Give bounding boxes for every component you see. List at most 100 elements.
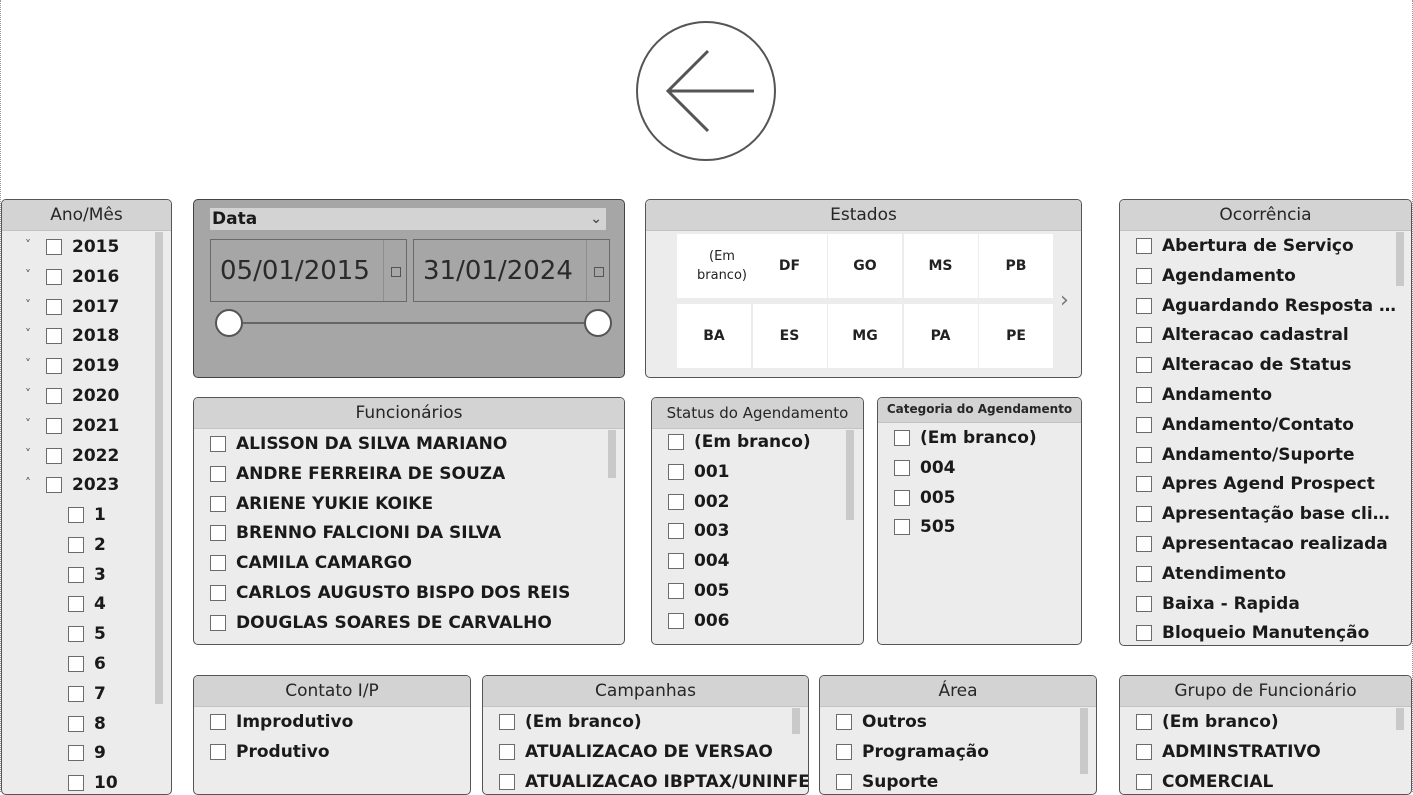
year-item[interactable]: 2016 xyxy=(46,266,119,288)
grupo-item[interactable]: ADMINSTRATIVO xyxy=(1136,741,1321,763)
chevron-down-icon[interactable]: ˅ xyxy=(21,387,35,401)
year-item[interactable]: 2019 xyxy=(46,355,119,377)
funcionario-item[interactable]: ARIENE YUKIE KOIKE xyxy=(210,493,433,515)
checkbox[interactable] xyxy=(1136,446,1152,463)
status-scrollbar[interactable] xyxy=(846,430,854,520)
start-date-handle[interactable] xyxy=(215,309,243,337)
campanhas-scrollbar[interactable] xyxy=(792,708,800,734)
checkbox[interactable] xyxy=(68,745,84,762)
status-item[interactable]: (Em branco) xyxy=(668,431,811,453)
month-item[interactable]: 2 xyxy=(68,534,106,556)
chevron-down-icon[interactable]: ˅ xyxy=(21,357,35,371)
checkbox[interactable] xyxy=(1136,565,1152,582)
area-item[interactable]: Suporte xyxy=(836,771,938,793)
checkbox[interactable] xyxy=(668,612,684,629)
grupo-item[interactable]: COMERCIAL xyxy=(1136,771,1273,793)
end-date-handle[interactable] xyxy=(584,309,612,337)
checkbox[interactable] xyxy=(668,583,684,599)
checkbox[interactable] xyxy=(46,268,62,285)
ocorrencia-item[interactable]: Andamento/Suporte xyxy=(1136,444,1398,466)
checkbox[interactable] xyxy=(68,685,84,702)
checkbox[interactable] xyxy=(46,477,62,494)
categoria-item[interactable]: 004 xyxy=(894,457,956,479)
checkbox[interactable] xyxy=(894,489,910,506)
month-item[interactable]: 8 xyxy=(68,713,106,735)
year-item[interactable]: 2017 xyxy=(46,296,119,318)
checkbox[interactable] xyxy=(210,585,226,601)
checkbox[interactable] xyxy=(1136,744,1152,760)
chevron-down-icon[interactable]: ˅ xyxy=(21,447,35,461)
checkbox[interactable] xyxy=(1136,476,1152,493)
checkbox[interactable] xyxy=(1136,714,1152,730)
checkbox[interactable] xyxy=(1136,357,1152,374)
calendar-icon[interactable] xyxy=(391,267,401,277)
year-item[interactable]: 2020 xyxy=(46,385,119,407)
checkbox[interactable] xyxy=(1136,297,1152,314)
month-item[interactable]: 10 xyxy=(68,772,118,794)
checkbox[interactable] xyxy=(68,536,84,553)
month-item[interactable]: 5 xyxy=(68,623,106,645)
funcionarios-scrollbar[interactable] xyxy=(608,430,616,478)
funcionario-item[interactable]: CARLOS AUGUSTO BISPO DOS REIS xyxy=(210,582,570,604)
estado-tile[interactable]: GO xyxy=(828,234,902,298)
chevron-up-icon[interactable]: ˄ xyxy=(21,476,35,490)
checkbox[interactable] xyxy=(668,434,684,450)
ocorrencia-item[interactable]: Agendamento xyxy=(1136,265,1398,287)
checkbox[interactable] xyxy=(1136,416,1152,433)
contato-item[interactable]: Improdutivo xyxy=(210,711,353,733)
funcionario-item[interactable]: ALISSON DA SILVA MARIANO xyxy=(210,433,507,455)
checkbox[interactable] xyxy=(1136,327,1152,344)
estado-tile[interactable]: MS xyxy=(903,234,978,298)
checkbox[interactable] xyxy=(46,417,62,434)
ocorrencia-item[interactable]: Apres Agend Prospect xyxy=(1136,473,1398,495)
chevron-down-icon[interactable]: ˅ xyxy=(21,238,35,252)
checkbox[interactable] xyxy=(210,465,226,482)
area-item[interactable]: Outros xyxy=(836,711,927,733)
categoria-item[interactable]: (Em branco) xyxy=(894,427,1037,449)
checkbox[interactable] xyxy=(210,744,226,760)
checkbox[interactable] xyxy=(836,744,852,760)
chevron-down-icon[interactable]: ˅ xyxy=(21,417,35,431)
checkbox[interactable] xyxy=(1136,506,1152,523)
status-item[interactable]: 006 xyxy=(668,610,730,632)
checkbox[interactable] xyxy=(46,447,62,464)
ocorrencia-item[interactable]: Bloqueio Manutenção xyxy=(1136,622,1398,644)
grupo-scrollbar[interactable] xyxy=(1396,708,1404,730)
checkbox[interactable] xyxy=(1136,774,1152,790)
back-button[interactable] xyxy=(636,21,776,161)
checkbox[interactable] xyxy=(210,495,226,512)
chevron-down-icon[interactable]: ˅ xyxy=(21,327,35,341)
month-item[interactable]: 7 xyxy=(68,683,106,705)
status-item[interactable]: 004 xyxy=(668,550,730,572)
checkbox[interactable] xyxy=(668,493,684,510)
campanha-item[interactable]: (Em branco) xyxy=(499,711,642,733)
checkbox[interactable] xyxy=(210,525,226,542)
area-scrollbar[interactable] xyxy=(1080,708,1088,774)
funcionario-item[interactable]: BRENNO FALCIONI DA SILVA xyxy=(210,522,501,544)
estado-tile[interactable]: PB xyxy=(979,234,1053,298)
checkbox[interactable] xyxy=(46,328,62,345)
ocorrencia-item[interactable]: Aguardando Resposta Clie... xyxy=(1136,295,1398,317)
ocorrencia-item[interactable]: Apresentação base cliente xyxy=(1136,503,1398,525)
checkbox[interactable] xyxy=(1136,387,1152,403)
checkbox[interactable] xyxy=(46,239,62,255)
ocorrencia-item[interactable]: Alteracao de Status xyxy=(1136,354,1398,376)
month-item[interactable]: 6 xyxy=(68,653,106,675)
checkbox[interactable] xyxy=(210,714,226,730)
checkbox[interactable] xyxy=(499,714,515,730)
month-item[interactable]: 1 xyxy=(68,504,106,526)
checkbox[interactable] xyxy=(68,775,84,792)
ano-mes-scrollbar[interactable] xyxy=(155,232,163,704)
month-item[interactable]: 4 xyxy=(68,593,106,615)
categoria-item[interactable]: 505 xyxy=(894,516,956,538)
checkbox[interactable] xyxy=(210,436,226,452)
chevron-down-icon[interactable]: ˅ xyxy=(21,268,35,282)
checkbox[interactable] xyxy=(46,358,62,375)
checkbox[interactable] xyxy=(894,519,910,536)
ocorrencia-item[interactable]: Baixa - Rapida xyxy=(1136,593,1398,615)
funcionario-item[interactable]: DOUGLAS SOARES DE CARVALHO xyxy=(210,612,552,634)
ocorrencia-item[interactable]: Alteracao cadastral xyxy=(1136,324,1398,346)
campanha-item[interactable]: ATUALIZACAO IBPTAX/UNINFE xyxy=(499,771,808,793)
month-item[interactable]: 9 xyxy=(68,742,106,764)
year-item[interactable]: 2023 xyxy=(46,474,119,496)
